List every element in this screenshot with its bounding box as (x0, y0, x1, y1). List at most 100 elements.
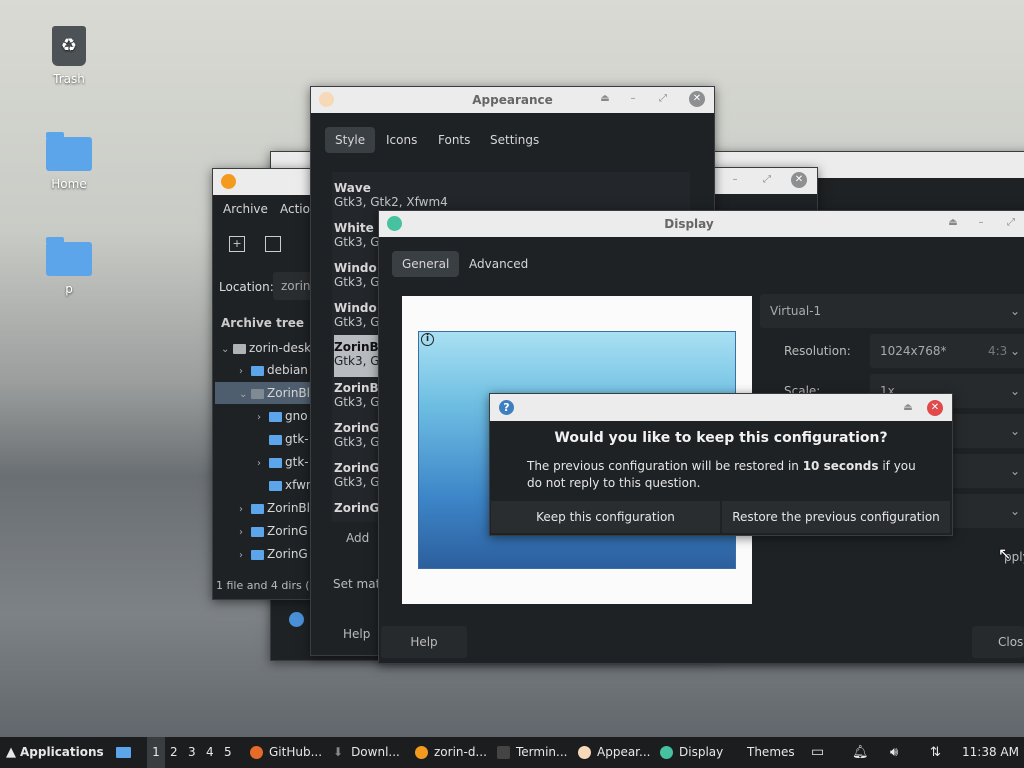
add-theme-button[interactable]: Add (346, 531, 369, 545)
help-button[interactable]: Help (381, 626, 467, 658)
workspace-1[interactable]: 1 (147, 737, 165, 768)
dialog-body-text: The previous configuration will be resto… (527, 459, 803, 473)
theme-item[interactable]: ZorinG Gtk3, G (334, 418, 380, 458)
theme-desc: Gtk3, G (334, 395, 380, 409)
dialog-titlebar[interactable]: ? ⏏ ✕ (490, 394, 952, 421)
maximize-icon[interactable]: ⤢ (1003, 215, 1019, 231)
theme-item[interactable]: ZorinG Gtk3, G (334, 458, 380, 498)
tab-settings[interactable]: Settings (480, 127, 549, 153)
theme-item[interactable]: Windo Gtk3, G (334, 258, 380, 298)
task-display[interactable]: Display (660, 737, 723, 768)
resolution-label: Resolution: (784, 344, 851, 358)
theme-desc: Gtk3, G (334, 475, 380, 489)
show-desktop-icon[interactable] (116, 737, 134, 768)
theme-name: ZorinG (334, 421, 380, 435)
theme-desc: Gtk3, G (334, 315, 380, 329)
task-themes[interactable]: Themes (747, 737, 795, 768)
desktop-icon-label: Trash (53, 72, 85, 86)
task-label: Appear... (597, 745, 651, 759)
background-window-2[interactable]: – ⤢ ✕ (700, 167, 818, 214)
clock[interactable]: 11:38 AM (962, 737, 1019, 768)
chevron-down-icon: ⌄ (1009, 344, 1020, 358)
menu-archive[interactable]: Archive (223, 202, 268, 216)
desktop-icon-trash[interactable]: ♻ Trash (29, 26, 109, 86)
close-icon[interactable]: ✕ (927, 400, 943, 416)
desktop-icon-home[interactable]: Home (29, 132, 109, 191)
appearance-titlebar[interactable]: Appearance ⏏ – ⤢ ✕ (311, 87, 714, 113)
display-titlebar[interactable]: Display ⏏ – ⤢ (379, 211, 1024, 237)
applications-menu-button[interactable]: ▲ Applications (6, 737, 104, 768)
shade-icon[interactable]: ⏏ (597, 91, 613, 107)
help-label: Help (410, 635, 438, 649)
info-icon[interactable]: i (421, 333, 434, 346)
task-label: Display (679, 745, 724, 759)
home-folder-icon (46, 132, 92, 171)
chat-icon[interactable]: ▭ (811, 737, 824, 768)
theme-item[interactable]: White Gtk3, G (334, 218, 380, 258)
workspace-4[interactable]: 4 (206, 737, 214, 768)
chevron-right-icon: › (257, 458, 261, 469)
workspace-2[interactable]: 2 (170, 737, 178, 768)
task-label: GitHub... (269, 745, 323, 759)
desktop-icon-p[interactable]: p (29, 237, 109, 296)
output-value: Virtual-1 (770, 304, 822, 318)
theme-item[interactable]: ZorinB Gtk3, G (334, 378, 380, 418)
task-downloads[interactable]: ⬇ Downl... (333, 737, 400, 768)
minimize-icon[interactable]: – (727, 172, 743, 188)
volume-icon[interactable]: 🔊︎ (890, 737, 898, 768)
task-label: zorin-d... (434, 745, 487, 759)
restore-configuration-button[interactable]: Restore the previous configuration (722, 501, 950, 533)
notification-bell-icon[interactable]: 🔔︎ (852, 737, 869, 768)
theme-item[interactable]: Windo Gtk3, G (334, 298, 380, 338)
window-title: Display (664, 217, 714, 231)
theme-desc: Gtk3, G (334, 275, 380, 289)
help-button[interactable]: Help (343, 627, 370, 641)
trash-icon: ♻ (52, 26, 86, 66)
add-files-icon[interactable]: + (229, 236, 245, 252)
task-label: Termin... (516, 745, 568, 759)
download-icon: ⬇ (333, 745, 344, 759)
maximize-icon[interactable]: ⤢ (655, 91, 671, 107)
task-terminal[interactable]: Termin... (497, 737, 567, 768)
close-icon[interactable]: ✕ (689, 91, 705, 107)
tab-icons[interactable]: Icons (376, 127, 427, 153)
shade-icon[interactable]: ⏏ (900, 400, 916, 416)
shade-icon[interactable]: ⏏ (945, 215, 961, 231)
output-selector[interactable]: Virtual-1 ⌄ (760, 294, 1024, 328)
terminal-icon (497, 746, 510, 759)
zorin-logo-icon: ▲ (6, 745, 16, 760)
network-icon[interactable]: ⇅ (930, 737, 941, 768)
tree-item-label: debian (267, 363, 308, 377)
folder-icon (251, 503, 264, 514)
tab-advanced[interactable]: Advanced (459, 251, 538, 277)
theme-item-selected[interactable]: ZorinB Gtk3, G (334, 335, 380, 377)
folder-icon (46, 237, 92, 276)
keep-configuration-button[interactable]: Keep this configuration (491, 501, 720, 533)
workspace-label: 2 (170, 745, 178, 759)
minimize-icon[interactable]: – (625, 91, 641, 107)
restore-configuration-label: Restore the previous configuration (732, 510, 940, 524)
minimize-icon[interactable]: – (973, 215, 989, 231)
close-button[interactable]: Clos (972, 626, 1024, 658)
workspace-label: 4 (206, 745, 214, 759)
task-github[interactable]: GitHub... (250, 737, 322, 768)
status-text: 1 file and 4 dirs ( (216, 579, 310, 592)
close-icon[interactable]: ✕ (791, 172, 807, 188)
extract-icon[interactable] (265, 236, 281, 252)
tree-row[interactable]: ⌄ zorin-desk (221, 337, 317, 359)
chevron-down-icon: ⌄ (1009, 504, 1020, 518)
menu-actions[interactable]: Actio (280, 202, 310, 216)
background-window-2-titlebar[interactable]: – ⤢ ✕ (701, 168, 817, 194)
theme-desc: Gtk3, G (334, 354, 380, 368)
tab-fonts[interactable]: Fonts (428, 127, 480, 153)
workspace-3[interactable]: 3 (188, 737, 196, 768)
task-appearance[interactable]: Appear... (578, 737, 650, 768)
firefox-icon (250, 746, 263, 759)
maximize-icon[interactable]: ⤢ (759, 172, 775, 188)
task-zorin-desktop[interactable]: zorin-d... (415, 737, 487, 768)
tab-style[interactable]: Style (325, 127, 376, 153)
chevron-down-icon: ⌄ (1009, 464, 1020, 478)
resolution-select[interactable]: 1024x768* 4:3 ⌄ (870, 334, 1024, 368)
tab-general[interactable]: General (392, 251, 460, 277)
workspace-5[interactable]: 5 (224, 737, 232, 768)
